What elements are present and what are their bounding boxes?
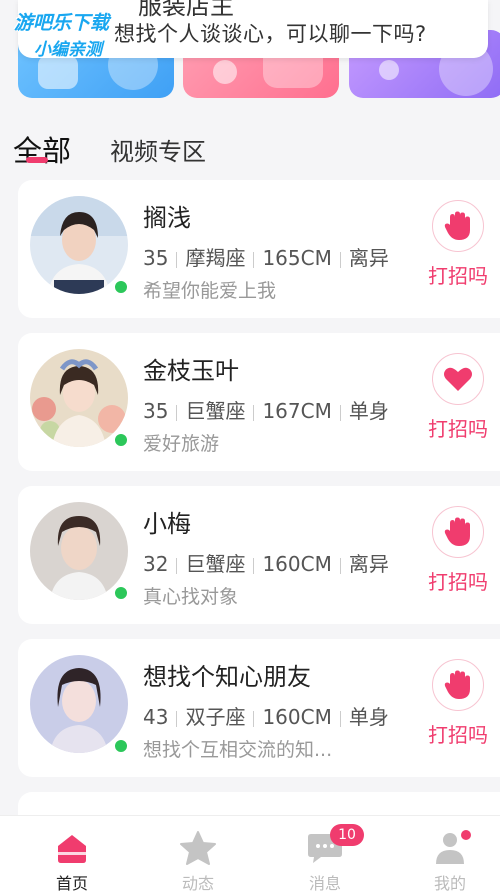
nav-profile-label: 我的 xyxy=(433,874,466,893)
online-indicator xyxy=(112,584,130,602)
user-marital-status: 离异 xyxy=(348,246,389,270)
user-name: 小梅 xyxy=(143,510,191,538)
nav-feed-label: 动态 xyxy=(181,874,214,893)
user-marital-status: 单身 xyxy=(348,399,389,423)
user-zodiac: 双子座 xyxy=(185,705,246,729)
user-card[interactable]: 想找个知心朋友 43 双子座 160CM 单身 想找个互相交流的知... 打招吗 xyxy=(18,639,500,777)
user-card[interactable]: 搁浅 35 摩羯座 165CM 离异 希望你能爱上我 打招吗 xyxy=(18,180,500,318)
nav-messages[interactable]: 10 消息 xyxy=(280,816,370,893)
greet-label: 打招吗 xyxy=(428,264,488,288)
user-zodiac: 巨蟹座 xyxy=(185,552,246,576)
category-tabs: 全部 视频专区 xyxy=(0,124,500,174)
greet-button[interactable]: 打招吗 xyxy=(418,659,498,748)
notification-dot xyxy=(461,830,471,840)
greet-button[interactable]: 打招吗 xyxy=(418,506,498,595)
greet-label: 打招吗 xyxy=(428,417,488,441)
user-meta: 43 双子座 160CM 单身 xyxy=(143,701,389,730)
user-motto: 想找个互相交流的知... xyxy=(143,739,333,761)
user-card[interactable]: 金枝玉叶 35 巨蟹座 167CM 单身 爱好旅游 打招吗 xyxy=(18,333,500,471)
avatar-wrap xyxy=(30,349,130,449)
user-height: 160CM xyxy=(262,705,332,729)
avatar[interactable] xyxy=(30,196,128,294)
greet-button[interactable]: 打招吗 xyxy=(418,200,498,289)
watermark-line-2: 小编亲测 xyxy=(34,40,102,60)
user-meta: 32 巨蟹座 160CM 离异 xyxy=(143,548,389,577)
top-banner-area: 服装店主 想找个人谈谈心，可以聊一下吗? 游吧乐下载 小编亲测 xyxy=(0,0,500,110)
user-height: 165CM xyxy=(262,246,332,270)
user-marital-status: 离异 xyxy=(348,552,389,576)
avatar-wrap xyxy=(30,655,130,755)
user-height: 160CM xyxy=(262,552,332,576)
user-height: 167CM xyxy=(262,399,332,423)
user-card[interactable]: 小梅 32 巨蟹座 160CM 离异 真心找对象 打招吗 xyxy=(18,486,500,624)
user-zodiac: 巨蟹座 xyxy=(185,399,246,423)
user-meta: 35 巨蟹座 167CM 单身 xyxy=(143,395,389,424)
user-name: 金枝玉叶 xyxy=(143,357,239,385)
home-icon xyxy=(54,830,90,866)
tab-video-zone[interactable]: 视频专区 xyxy=(110,132,206,167)
heart-icon xyxy=(432,353,484,405)
greet-label: 打招吗 xyxy=(428,570,488,594)
user-name: 想找个知心朋友 xyxy=(143,663,311,691)
tooltip-text: 想找个人谈谈心，可以聊一下吗? xyxy=(114,22,427,46)
star-icon xyxy=(180,830,216,866)
wave-hand-icon xyxy=(432,659,484,711)
watermark: 游吧乐下载 小编亲测 xyxy=(14,8,109,60)
wave-hand-icon xyxy=(432,200,484,252)
avatar-wrap xyxy=(30,196,130,296)
user-marital-status: 单身 xyxy=(348,705,389,729)
avatar[interactable] xyxy=(30,655,128,753)
wave-hand-icon xyxy=(432,506,484,558)
user-motto: 希望你能爱上我 xyxy=(143,280,277,302)
user-meta: 35 摩羯座 165CM 离异 xyxy=(143,242,389,271)
user-motto: 真心找对象 xyxy=(143,586,239,608)
user-age: 32 xyxy=(143,552,169,576)
tab-all[interactable]: 全部 xyxy=(13,128,71,170)
nav-profile[interactable]: 我的 xyxy=(405,816,495,893)
greet-button[interactable]: 打招吗 xyxy=(418,353,498,442)
watermark-line-1: 游吧乐下载 xyxy=(14,12,110,34)
avatar[interactable] xyxy=(30,502,128,600)
user-name: 搁浅 xyxy=(143,204,191,232)
nav-home[interactable]: 首页 xyxy=(27,816,117,893)
nav-home-label: 首页 xyxy=(55,874,88,893)
active-tab-indicator xyxy=(26,157,48,163)
user-age: 43 xyxy=(143,705,169,729)
online-indicator xyxy=(112,737,130,755)
nav-feed[interactable]: 动态 xyxy=(153,816,243,893)
online-indicator xyxy=(112,278,130,296)
online-indicator xyxy=(112,431,130,449)
greet-label: 打招吗 xyxy=(428,723,488,747)
user-age: 35 xyxy=(143,246,169,270)
user-zodiac: 摩羯座 xyxy=(185,246,246,270)
unread-badge: 10 xyxy=(330,824,364,846)
user-motto: 爱好旅游 xyxy=(143,433,220,455)
bottom-nav: 首页 动态 10 消息 我的 xyxy=(0,815,500,893)
nav-messages-label: 消息 xyxy=(308,874,341,893)
user-age: 35 xyxy=(143,399,169,423)
avatar[interactable] xyxy=(30,349,128,447)
avatar-wrap xyxy=(30,502,130,602)
